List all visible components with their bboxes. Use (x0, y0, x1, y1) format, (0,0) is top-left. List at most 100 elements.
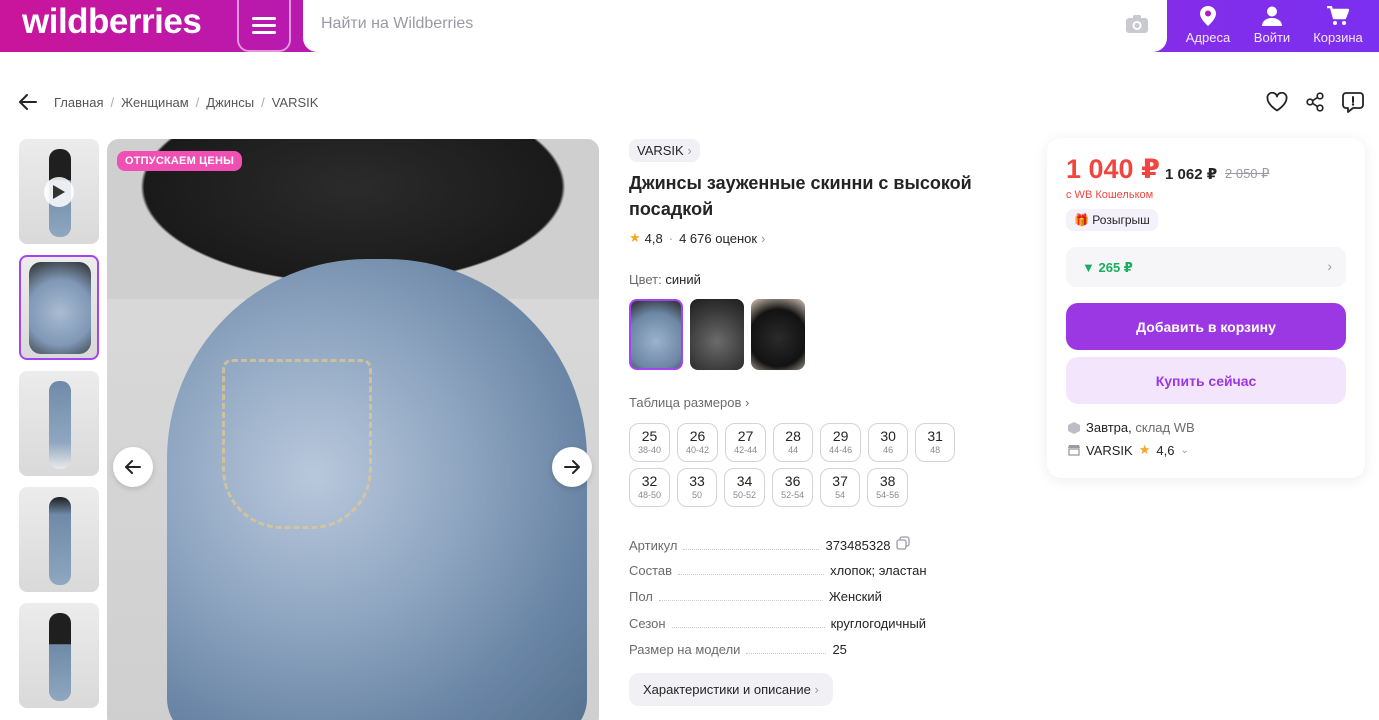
specs-list: Артикул 373485328 Состав хлопок; эластан… (629, 536, 1009, 669)
size-row: 25 38-40 26 40-42 27 42-44 28 44 29 44-46 30 46 31 48 (629, 423, 1029, 462)
chevron-right-icon: › (687, 143, 692, 158)
size-russian: 42-44 (734, 445, 758, 455)
thumbnail-image (49, 613, 71, 701)
prev-image-button[interactable] (113, 447, 153, 487)
cart-button[interactable]: Корзина (1310, 2, 1366, 50)
spec-dots (683, 540, 820, 550)
thumbnail-item[interactable] (19, 371, 99, 476)
breadcrumb-link-home[interactable]: Главная (54, 95, 103, 110)
size-option[interactable]: 31 48 (915, 423, 956, 462)
breadcrumb-link-jeans[interactable]: Джинсы (206, 95, 254, 110)
price-without-wallet: 1 062 ₽ (1165, 166, 1218, 183)
size-russian: 44 (788, 445, 799, 455)
size-russian: 46 (883, 445, 894, 455)
size-number: 28 (785, 428, 801, 444)
size-russian: 54 (835, 490, 846, 500)
size-table-label: Таблица размеров (629, 395, 742, 410)
spec-dots (746, 644, 827, 654)
thumbnail-image (49, 381, 71, 469)
size-option[interactable]: 25 38-40 (629, 423, 671, 462)
thumbnail-video[interactable] (19, 139, 99, 244)
size-number: 27 (737, 428, 754, 444)
size-option[interactable]: 34 50-52 (724, 468, 766, 507)
share-icon (1306, 92, 1324, 112)
size-option[interactable]: 28 44 (773, 423, 814, 462)
size-table-link[interactable]: Таблица размеров › (629, 395, 749, 410)
camera-icon[interactable] (1125, 14, 1149, 34)
size-option[interactable]: 29 44-46 (820, 423, 862, 462)
size-option[interactable]: 26 40-42 (677, 423, 719, 462)
spec-key: Размер на модели (629, 642, 741, 657)
size-option[interactable]: 38 54-56 (867, 468, 909, 507)
seller-info[interactable]: VARSIK ★ 4,6 ⌄ (1068, 442, 1189, 458)
buy-now-button[interactable]: Купить сейчас (1066, 357, 1346, 404)
search-input[interactable] (321, 12, 1101, 36)
color-swatch-grey[interactable] (690, 299, 744, 370)
breadcrumb-link-women[interactable]: Женщинам (121, 95, 189, 110)
add-to-cart-button[interactable]: Добавить в корзину (1066, 303, 1346, 350)
breadcrumb-link-brand[interactable]: VARSIK (272, 95, 319, 110)
brand-link[interactable]: VARSIK › (629, 139, 700, 162)
size-russian: 52-54 (781, 490, 805, 500)
thumbnail-image (29, 262, 91, 354)
price-current: 1 040 ₽ (1066, 154, 1160, 184)
spec-dots (658, 591, 823, 601)
size-option[interactable]: 30 46 (868, 423, 909, 462)
back-arrow-icon[interactable] (18, 93, 38, 111)
size-number: 31 (927, 428, 943, 444)
play-icon (44, 177, 74, 207)
star-icon: ★ (629, 230, 641, 245)
logo[interactable]: wildberries (22, 2, 202, 42)
size-russian: 48 (930, 445, 941, 455)
color-swatch-blue[interactable] (629, 299, 683, 370)
thumbnail-item[interactable] (19, 603, 99, 708)
main-product-image[interactable]: ОТПУСКАЕМ ЦЕНЫ (107, 139, 599, 720)
spec-row: Состав хлопок; эластан (629, 563, 1009, 590)
size-number: 29 (832, 428, 849, 444)
menu-button[interactable] (237, 0, 291, 52)
hamburger-icon (252, 15, 276, 36)
addresses-label: Адреса (1185, 30, 1231, 45)
chevron-down-icon: ⌄ (1180, 444, 1189, 456)
size-option[interactable]: 33 50 (677, 468, 718, 507)
thumbnail-item[interactable] (19, 487, 99, 592)
color-swatch-black[interactable] (751, 299, 805, 370)
thumbnail-item[interactable] (19, 255, 99, 360)
cashback-row[interactable]: ▼ 265 ₽ › (1066, 247, 1346, 287)
size-option[interactable]: 37 54 (820, 468, 861, 507)
cart-icon (1310, 2, 1366, 30)
chevron-right-icon: › (761, 230, 766, 246)
seller-name: VARSIK (1086, 442, 1133, 458)
spec-value: хлопок; эластан (830, 562, 927, 578)
size-number: 38 (879, 473, 896, 489)
star-icon: ★ (1138, 442, 1151, 457)
characteristics-label: Характеристики и описание (643, 682, 811, 697)
spec-row: Размер на модели 25 (629, 642, 1009, 669)
login-button[interactable]: Войти (1244, 2, 1300, 50)
size-option[interactable]: 27 42-44 (725, 423, 767, 462)
store-icon (1068, 445, 1080, 456)
heart-icon (1266, 92, 1288, 112)
search-bar (303, 0, 1167, 52)
rating-row[interactable]: ★ 4,8 · 4 676 оценок › (629, 230, 765, 246)
box-icon (1068, 421, 1080, 434)
addresses-button[interactable]: Адреса (1180, 2, 1236, 50)
location-pin-icon (1180, 2, 1236, 30)
breadcrumb: Главная / Женщинам / Джинсы / VARSIK (54, 95, 318, 110)
characteristics-button[interactable]: Характеристики и описание › (629, 673, 833, 706)
report-button[interactable] (1341, 90, 1365, 114)
arrow-right-icon (564, 460, 580, 474)
size-number: 33 (689, 473, 705, 489)
share-button[interactable] (1303, 90, 1327, 114)
copy-icon[interactable] (895, 536, 910, 550)
cart-label: Корзина (1313, 30, 1363, 45)
size-option[interactable]: 32 48-50 (629, 468, 671, 507)
size-russian: 50 (692, 490, 703, 500)
spec-key: Артикул (629, 538, 678, 553)
next-image-button[interactable] (552, 447, 592, 487)
raffle-badge[interactable]: 🎁 Розыгрыш (1066, 209, 1158, 231)
size-russian: 50-52 (733, 490, 757, 500)
delivery-day: Завтра, (1086, 420, 1132, 435)
size-option[interactable]: 36 52-54 (772, 468, 814, 507)
favorite-button[interactable] (1265, 90, 1289, 114)
